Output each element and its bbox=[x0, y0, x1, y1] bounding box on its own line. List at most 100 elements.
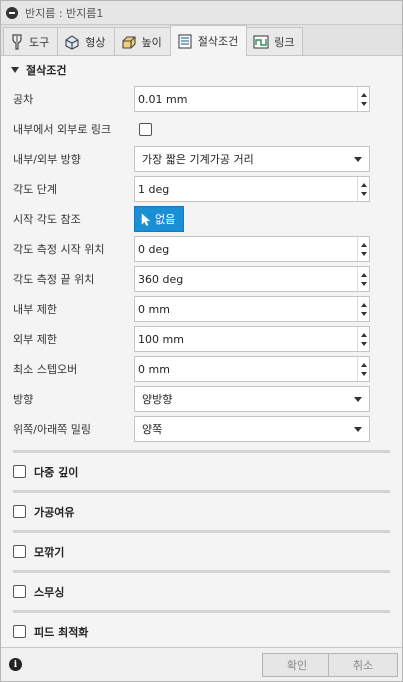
info-icon[interactable]: i bbox=[9, 658, 22, 671]
dialog-footer: i 확인 취소 bbox=[1, 647, 402, 681]
min-stepover-spinner[interactable] bbox=[357, 357, 369, 381]
link-inside-out-row: 내부에서 외부로 링크 bbox=[1, 114, 402, 144]
multiple-depths-label: 다중 깊이 bbox=[34, 465, 79, 479]
tab-heights[interactable]: 높이 bbox=[113, 27, 171, 55]
direction-inout-value: 가장 짧은 기계가공 거리 bbox=[142, 153, 254, 166]
tolerance-label: 공차 bbox=[13, 93, 34, 106]
angle-end-spinner[interactable] bbox=[357, 267, 369, 291]
angle-start-value: 0 deg bbox=[138, 242, 170, 256]
spin-down-icon[interactable] bbox=[360, 101, 367, 106]
smoothing-section[interactable]: 스무싱 bbox=[1, 573, 402, 610]
tolerance-row: 공차 0.01 mm bbox=[1, 84, 402, 114]
start-angle-ref-button-label: 없음 bbox=[155, 213, 176, 226]
link-inside-out-checkbox[interactable] bbox=[139, 122, 152, 136]
angle-end-input[interactable]: 360 deg bbox=[134, 266, 370, 292]
link-inside-out-label: 내부에서 외부로 링크 bbox=[13, 123, 112, 136]
feed-optimization-checkbox[interactable] bbox=[13, 625, 26, 638]
spin-up-icon[interactable] bbox=[360, 272, 367, 277]
tab-tool-label: 도구 bbox=[29, 35, 50, 49]
outer-limit-label: 외부 제한 bbox=[13, 333, 57, 346]
angle-step-spinner[interactable] bbox=[357, 177, 369, 201]
multiple-depths-section[interactable]: 다중 깊이 bbox=[1, 453, 402, 490]
geometry-icon bbox=[65, 34, 79, 50]
spin-up-icon[interactable] bbox=[360, 332, 367, 337]
tab-linking-label: 링크 bbox=[274, 35, 295, 49]
spin-down-icon[interactable] bbox=[360, 371, 367, 376]
spin-up-icon[interactable] bbox=[360, 362, 367, 367]
min-stepover-input[interactable]: 0 mm bbox=[134, 356, 370, 382]
passes-section-header[interactable]: 절삭조건 bbox=[1, 56, 402, 84]
stock-to-leave-label: 가공여유 bbox=[34, 505, 75, 519]
cursor-arrow-icon bbox=[141, 212, 151, 226]
inner-limit-input[interactable]: 0 mm bbox=[134, 296, 370, 322]
angle-end-value: 360 deg bbox=[138, 272, 184, 286]
tolerance-spinner[interactable] bbox=[357, 87, 369, 111]
fillets-checkbox[interactable] bbox=[13, 545, 26, 558]
cancel-button[interactable]: 취소 bbox=[328, 652, 398, 677]
angle-step-value: 1 deg bbox=[138, 182, 170, 196]
angle-start-label: 각도 측정 시작 위치 bbox=[13, 243, 105, 256]
tab-heights-label: 높이 bbox=[141, 35, 162, 49]
dropdown-arrow-icon bbox=[354, 156, 362, 162]
collapse-dialog-icon[interactable] bbox=[6, 6, 18, 19]
spin-up-icon[interactable] bbox=[360, 242, 367, 247]
direction-label: 방향 bbox=[13, 393, 34, 406]
dialog-title: 반지름 : 반지름1 bbox=[25, 6, 104, 20]
height-icon bbox=[121, 35, 136, 49]
tab-passes-label: 절삭조건 bbox=[197, 35, 239, 48]
outer-limit-value: 100 mm bbox=[138, 332, 184, 346]
start-angle-ref-row: 시작 각도 참조 없음 bbox=[1, 204, 402, 234]
inner-limit-value: 0 mm bbox=[138, 302, 170, 316]
direction-inout-row: 내부/외부 방향 가장 짧은 기계가공 거리 bbox=[1, 144, 402, 174]
tab-strip: 도구 형상 높이 절삭조건 링크 bbox=[1, 25, 402, 56]
passes-section-title: 절삭조건 bbox=[26, 64, 67, 77]
direction-inout-select[interactable]: 가장 짧은 기계가공 거리 bbox=[134, 146, 370, 172]
outer-limit-spinner[interactable] bbox=[357, 327, 369, 351]
angle-step-label: 각도 단계 bbox=[13, 183, 57, 196]
spin-down-icon[interactable] bbox=[360, 311, 367, 316]
tolerance-input[interactable]: 0.01 mm bbox=[134, 86, 370, 112]
spin-down-icon[interactable] bbox=[360, 341, 367, 346]
angle-step-input[interactable]: 1 deg bbox=[134, 176, 370, 202]
spin-down-icon[interactable] bbox=[360, 251, 367, 256]
smoothing-checkbox[interactable] bbox=[13, 585, 26, 598]
fillets-section[interactable]: 모깎기 bbox=[1, 533, 402, 570]
angle-step-row: 각도 단계 1 deg bbox=[1, 174, 402, 204]
feed-optimization-section[interactable]: 피드 최적화 bbox=[1, 613, 402, 650]
spin-up-icon[interactable] bbox=[360, 182, 367, 187]
min-stepover-label: 최소 스텝오버 bbox=[13, 363, 78, 376]
start-angle-ref-select-button[interactable]: 없음 bbox=[134, 206, 184, 232]
radial-dialog: 반지름 : 반지름1 도구 형상 높이 절삭조건 링크 절삭조건 공차 0.01… bbox=[0, 0, 403, 682]
up-down-milling-select[interactable]: 양쪽 bbox=[134, 416, 370, 442]
start-angle-ref-label: 시작 각도 참조 bbox=[13, 213, 81, 226]
outer-limit-row: 외부 제한 100 mm bbox=[1, 324, 402, 354]
tab-tool[interactable]: 도구 bbox=[3, 27, 59, 55]
outer-limit-input[interactable]: 100 mm bbox=[134, 326, 370, 352]
stock-to-leave-section[interactable]: 가공여유 bbox=[1, 493, 402, 530]
spin-up-icon[interactable] bbox=[360, 92, 367, 97]
direction-select[interactable]: 양방향 bbox=[134, 386, 370, 412]
passes-icon bbox=[178, 34, 192, 49]
ok-button[interactable]: 확인 bbox=[262, 652, 332, 677]
angle-start-input[interactable]: 0 deg bbox=[134, 236, 370, 262]
fillets-label: 모깎기 bbox=[34, 545, 65, 559]
dropdown-arrow-icon bbox=[354, 396, 362, 402]
tab-passes[interactable]: 절삭조건 bbox=[169, 25, 248, 56]
inner-limit-spinner[interactable] bbox=[357, 297, 369, 321]
tab-geometry[interactable]: 형상 bbox=[57, 27, 115, 55]
title-bar[interactable]: 반지름 : 반지름1 bbox=[1, 1, 402, 25]
stock-to-leave-checkbox[interactable] bbox=[13, 505, 26, 518]
min-stepover-row: 최소 스텝오버 0 mm bbox=[1, 354, 402, 384]
direction-row: 방향 양방향 bbox=[1, 384, 402, 414]
angle-start-row: 각도 측정 시작 위치 0 deg bbox=[1, 234, 402, 264]
tolerance-value: 0.01 mm bbox=[138, 92, 188, 106]
tab-geometry-label: 형상 bbox=[85, 35, 106, 49]
angle-start-spinner[interactable] bbox=[357, 237, 369, 261]
angle-end-label: 각도 측정 끝 위치 bbox=[13, 273, 95, 286]
spin-down-icon[interactable] bbox=[360, 191, 367, 196]
angle-end-row: 각도 측정 끝 위치 360 deg bbox=[1, 264, 402, 294]
spin-up-icon[interactable] bbox=[360, 302, 367, 307]
spin-down-icon[interactable] bbox=[360, 281, 367, 286]
tab-linking[interactable]: 링크 bbox=[246, 27, 304, 55]
multiple-depths-checkbox[interactable] bbox=[13, 465, 26, 478]
